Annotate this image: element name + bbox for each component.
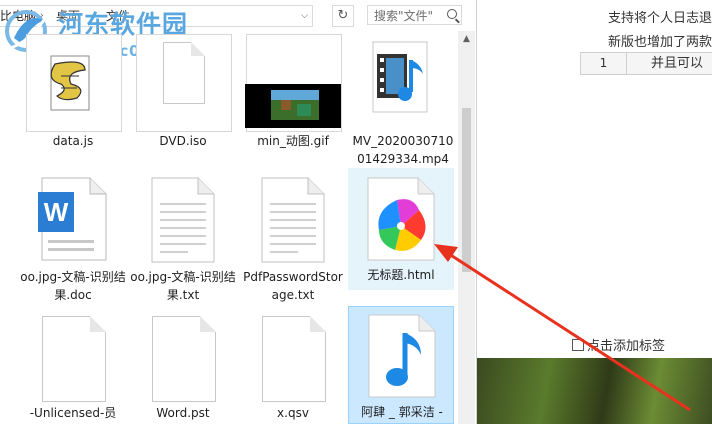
search-icon[interactable] — [447, 9, 457, 19]
file-item[interactable]: DVD.iso — [130, 34, 236, 164]
file-item[interactable]: oo.jpg-文稿-识别结果.txt — [130, 172, 236, 306]
vertical-scrollbar[interactable]: ▲ — [458, 31, 475, 424]
file-name: x.qsv — [277, 406, 309, 420]
svg-text:W: W — [44, 197, 69, 227]
file-name: oo.jpg-文稿-识别结果.doc — [20, 270, 126, 302]
file-item[interactable]: PdfPasswordStorage.txt — [240, 172, 346, 306]
pinwheel-browser-icon — [367, 177, 435, 261]
video-music-icon — [372, 41, 428, 113]
blank-file-icon — [42, 316, 106, 402]
search-input[interactable]: 搜索"文件" — [367, 5, 462, 25]
file-name: 阿肆 _ 郭采洁 - — [361, 405, 443, 419]
content-line-3: 并且可以 — [651, 56, 704, 71]
editor-panel: 支持将个人日志退 新版也增加了两款 1 并且可以 点击添加标签 — [477, 0, 712, 424]
file-name: Word.pst — [156, 406, 210, 420]
file-name: MV_202003071001429334.mp4 — [352, 134, 454, 166]
tag-checkbox-icon[interactable] — [572, 339, 584, 351]
page-number[interactable]: 1 — [581, 53, 627, 74]
refresh-icon: ↻ — [337, 8, 349, 23]
table-row-preview: 1 并且可以 — [580, 52, 712, 75]
blank-file-icon — [262, 316, 326, 402]
js-script-icon — [50, 55, 90, 111]
file-item-selected[interactable]: 无标题.html — [348, 168, 454, 290]
file-item[interactable]: Word.pst — [130, 310, 236, 424]
file-name: data.js — [52, 134, 94, 148]
background-image — [477, 358, 712, 424]
file-item[interactable]: -Unlicensed-员 — [20, 310, 126, 424]
content-line-2: 新版也增加了两款 — [608, 35, 712, 50]
file-item-selected[interactable]: 阿肆 _ 郭采洁 - — [348, 306, 454, 424]
address-dropdown-icon[interactable]: ⌵ — [301, 6, 308, 26]
file-item[interactable]: data.js — [20, 34, 126, 164]
blank-file-icon — [152, 316, 216, 402]
file-name: 无标题.html — [367, 268, 435, 282]
gif-thumbnail — [245, 84, 341, 128]
file-name: -Unlicensed-员 — [29, 406, 117, 420]
scroll-up-icon[interactable]: ▲ — [458, 31, 475, 48]
refresh-button[interactable]: ↻ — [332, 5, 354, 27]
file-item[interactable]: W oo.jpg-文稿-识别结果.doc — [20, 172, 126, 306]
text-file-icon — [151, 177, 215, 263]
blank-file-icon — [163, 42, 205, 104]
add-tag-label: 点击添加标签 — [587, 339, 666, 354]
add-tag-control[interactable]: 点击添加标签 — [572, 335, 665, 354]
file-explorer-window: 比电脑 › 桌面 › 文件 ⌵ ↻ 搜索"文件" 河东软件园 www.pc035… — [0, 0, 477, 424]
file-name: min_动图.gif — [257, 134, 329, 148]
search-placeholder: 搜索"文件" — [374, 9, 434, 23]
file-name: PdfPasswordStorage.txt — [243, 270, 343, 302]
scrollbar-thumb[interactable] — [462, 108, 471, 272]
file-item[interactable]: MV_202003071001429334.mp4 — [350, 34, 456, 166]
content-line-1: 支持将个人日志退 — [608, 11, 712, 26]
text-file-icon — [261, 177, 325, 263]
file-name: DVD.iso — [159, 134, 207, 148]
word-doc-icon: W — [38, 177, 107, 261]
file-name: oo.jpg-文稿-识别结果.txt — [130, 270, 236, 302]
file-item[interactable]: x.qsv — [240, 310, 346, 424]
file-item[interactable]: min_动图.gif — [240, 34, 346, 164]
music-note-icon — [368, 314, 436, 398]
